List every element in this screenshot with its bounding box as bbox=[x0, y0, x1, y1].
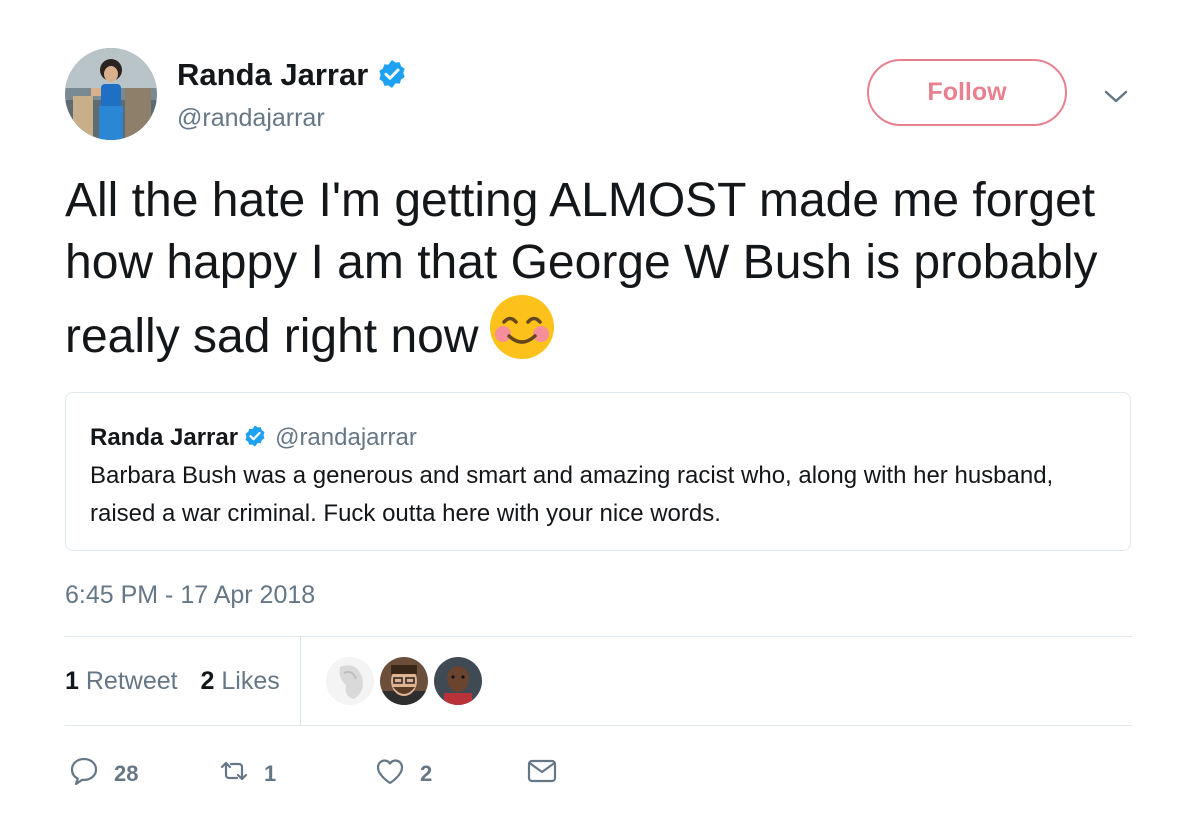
quoted-author-name: Randa Jarrar bbox=[90, 424, 239, 451]
follow-button[interactable]: Follow bbox=[867, 59, 1067, 126]
reply-icon bbox=[68, 755, 100, 793]
quoted-author-handle: @randajarrar bbox=[275, 424, 417, 451]
like-stat[interactable]: 2 Likes bbox=[201, 667, 280, 695]
retweet-icon bbox=[218, 755, 250, 793]
tweet-timestamp[interactable]: 6:45 PM - 17 Apr 2018 bbox=[65, 580, 315, 610]
retweet-stat-count: 1 bbox=[65, 667, 79, 695]
chevron-down-icon[interactable] bbox=[1100, 80, 1132, 112]
verified-badge-icon bbox=[376, 58, 408, 90]
reply-count: 28 bbox=[114, 761, 139, 786]
tweet-text-block: All the hate I'm getting ALMOST made me … bbox=[65, 170, 1155, 368]
quoted-tweet-text: Barbara Bush was a generous and smart an… bbox=[90, 462, 1054, 527]
like-stat-label: Likes bbox=[221, 667, 280, 695]
like-stat-count: 2 bbox=[200, 667, 215, 695]
quoted-author-row: Randa Jarrar @randajarrar bbox=[90, 423, 417, 453]
liker-avatar[interactable] bbox=[380, 657, 428, 705]
retweet-action[interactable]: 1 bbox=[218, 756, 276, 792]
like-icon bbox=[374, 755, 406, 793]
direct-message-action[interactable] bbox=[526, 756, 558, 792]
divider bbox=[65, 725, 1132, 726]
retweet-stat-label: Retweet bbox=[85, 667, 178, 695]
verified-badge-icon bbox=[243, 424, 267, 448]
reply-action[interactable]: 28 bbox=[68, 756, 138, 792]
engagement-stats: 1 Retweet 2 Likes bbox=[65, 666, 280, 696]
like-action[interactable]: 2 bbox=[374, 756, 432, 792]
liker-avatar[interactable] bbox=[434, 657, 482, 705]
smiling-face-icon bbox=[489, 294, 555, 360]
retweet-stat[interactable]: 1 Retweet bbox=[65, 667, 178, 695]
divider bbox=[65, 636, 1132, 637]
like-count: 2 bbox=[420, 761, 433, 786]
retweet-count: 1 bbox=[264, 761, 277, 786]
divider bbox=[300, 637, 301, 725]
author-handle[interactable]: @randajarrar bbox=[177, 102, 325, 134]
quoted-tweet[interactable]: Randa Jarrar @randajarrar Barbara Bush wa… bbox=[65, 392, 1131, 551]
message-icon bbox=[526, 755, 558, 793]
liker-avatar[interactable] bbox=[326, 657, 374, 705]
author-avatar[interactable] bbox=[65, 48, 157, 140]
author-name[interactable]: Randa Jarrar bbox=[177, 57, 368, 92]
author-name-row[interactable]: Randa Jarrar bbox=[177, 56, 408, 94]
tweet-text: All the hate I'm getting ALMOST made me … bbox=[65, 174, 1098, 363]
